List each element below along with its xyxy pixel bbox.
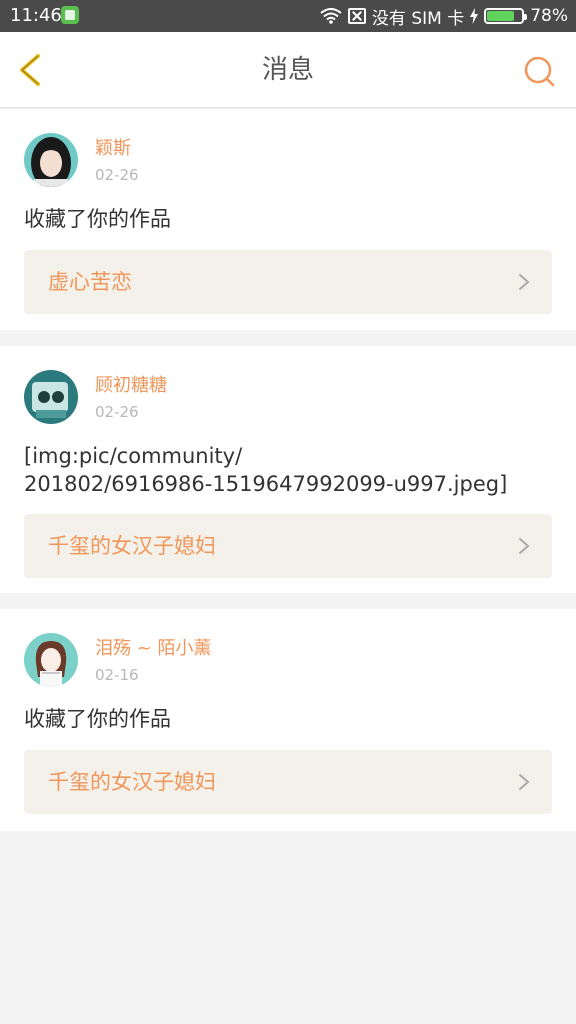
app-notification-icon (61, 6, 79, 24)
message-card: 顾初糖糖 02-26 [img:pic/community/ 201802/69… (0, 346, 576, 593)
message-date: 02-26 (95, 403, 139, 421)
message-body: 收藏了你的作品 (24, 207, 171, 231)
message-username[interactable]: 顾初糖糖 (95, 374, 167, 398)
no-sim-icon (347, 8, 366, 24)
wifi-icon (320, 8, 342, 24)
work-link[interactable]: 千玺的女汉子媳妇 (24, 514, 552, 578)
message-date: 02-26 (95, 166, 139, 184)
avatar[interactable] (24, 133, 78, 187)
message-body: 收藏了你的作品 (24, 707, 171, 731)
message-card: 颖斯 02-26 收藏了你的作品 虚心苦恋 (0, 109, 576, 330)
battery-percent: 78% (530, 6, 568, 26)
avatar[interactable] (24, 370, 78, 424)
battery-icon (484, 8, 528, 24)
work-link[interactable]: 千玺的女汉子媳妇 (24, 750, 552, 814)
charging-icon (470, 8, 479, 24)
status-bar: 11:46 没有 SIM 卡 78% (0, 0, 576, 32)
message-card: 泪殇 ~ 陌小薰 02-16 收藏了你的作品 千玺的女汉子媳妇 (0, 609, 576, 831)
search-icon[interactable] (522, 54, 556, 88)
status-indicators: 没有 SIM 卡 78% (320, 5, 568, 29)
message-list: 颖斯 02-26 收藏了你的作品 虚心苦恋 顾初糖糖 02-26 [img:pi… (0, 109, 576, 847)
carrier-text: 没有 SIM 卡 (371, 8, 465, 29)
battery-fill (487, 11, 514, 21)
work-title: 千玺的女汉子媳妇 (48, 534, 216, 558)
work-title: 千玺的女汉子媳妇 (48, 770, 216, 794)
message-date: 02-16 (95, 666, 139, 684)
page-title: 消息 (261, 55, 314, 85)
status-time: 11:46 (10, 5, 62, 26)
chevron-right-icon (519, 538, 530, 554)
message-body: [img:pic/community/ 201802/6916986-15196… (24, 444, 508, 496)
work-title: 虚心苦恋 (48, 270, 132, 294)
work-link[interactable]: 虚心苦恋 (24, 250, 552, 314)
avatar[interactable] (24, 633, 78, 687)
chevron-right-icon (519, 274, 530, 290)
chevron-right-icon (519, 774, 530, 790)
message-username[interactable]: 泪殇 ~ 陌小薰 (95, 637, 212, 661)
message-username[interactable]: 颖斯 (95, 137, 131, 161)
top-nav: 消息 (0, 32, 576, 108)
